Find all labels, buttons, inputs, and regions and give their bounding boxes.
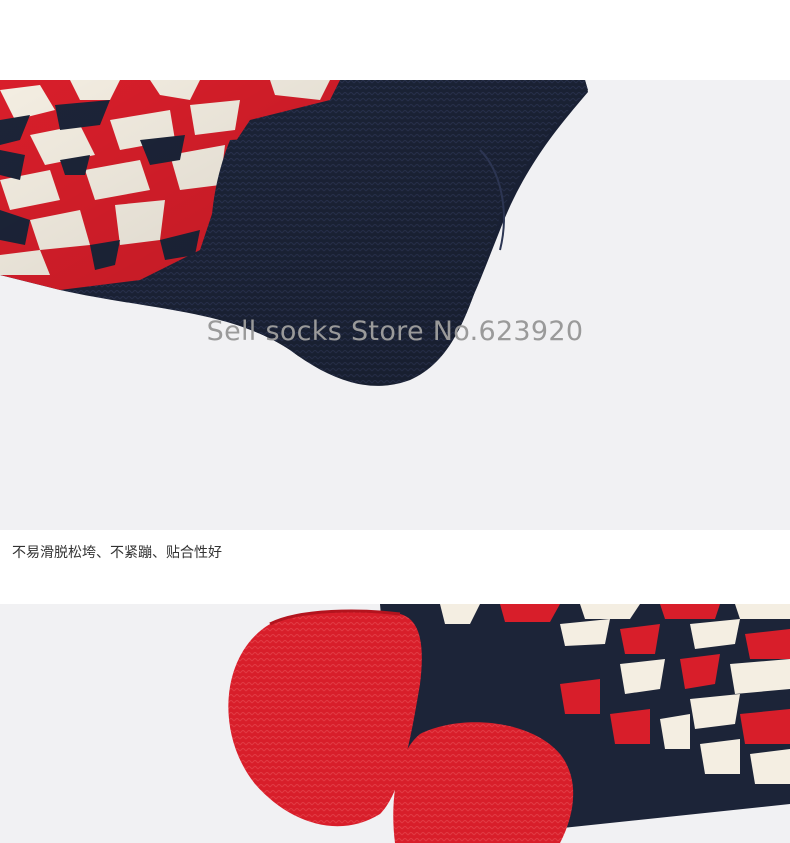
product-photo-toes <box>0 604 790 843</box>
product-caption: 不易滑脱松垮、不紧蹦、贴合性好 <box>12 545 222 561</box>
product-photo-cuffs <box>0 80 790 530</box>
store-watermark: Sell socks Store No.623920 <box>206 316 584 347</box>
